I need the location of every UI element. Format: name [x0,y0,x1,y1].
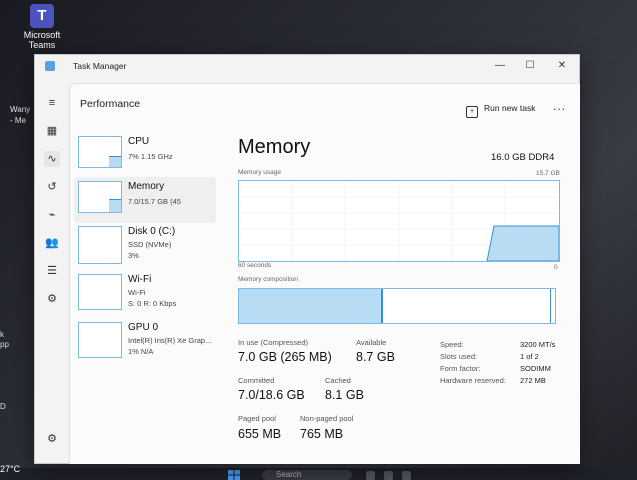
paged-pool-label: Paged pool [238,414,276,423]
side-navigation: ≡ ▦ ∿ ↺ ⌁ 👥 ☰ ⚙ ⚙ [35,83,69,463]
cached-value: 8.1 GB [325,388,364,402]
perf-item-name: CPU [128,136,150,147]
memory-title: Memory [238,136,311,158]
perf-item-detail: Intel(R) Iris(R) Xe Grap... [128,336,212,345]
memory-thumbnail-fill [109,199,121,212]
form-factor-label: Form factor: [440,364,481,373]
startup-apps-icon[interactable]: ⌁ [44,207,60,223]
close-button[interactable]: ✕ [549,57,575,75]
disk-thumbnail [78,226,122,264]
side-text-1: Wany [10,105,31,114]
memory-thumbnail [78,181,122,213]
maximize-button[interactable]: ☐ [517,57,543,75]
details-icon[interactable]: ☰ [44,263,60,279]
committed-value: 7.0/18.6 GB [238,388,305,402]
hardware-reserved-label: Hardware reserved: [440,376,506,385]
perf-item-detail: 7.0/15.7 GB (45 [128,197,181,206]
teams-label-2: Teams [28,40,56,50]
gpu-thumbnail [78,322,122,358]
performance-icon[interactable]: ∿ [44,151,60,167]
left-text-3: D [0,402,6,411]
desktop-side-text: Wany - Me [10,104,30,126]
memory-composition-label: Memory composition [238,276,298,283]
speed-value: 3200 MT/s [520,340,556,349]
time-span-label: 60 seconds [238,262,272,269]
desktop-left-text: k pp D [0,330,9,412]
perf-item-detail: 7% 1.15 GHz [128,152,173,161]
committed-label: Committed [238,376,275,385]
perf-item-detail-2: 1% N/A [128,347,154,356]
more-options-icon[interactable]: ... [553,99,566,113]
services-icon[interactable]: ⚙ [44,291,60,307]
speed-label: Speed: [440,340,464,349]
available-value: 8.7 GB [356,350,395,364]
processes-icon[interactable]: ▦ [44,123,60,139]
users-icon[interactable]: 👥 [44,235,60,251]
taskbar-app-icon[interactable] [384,471,393,480]
run-new-task-button[interactable]: + Run new task [466,103,536,118]
hamburger-menu-icon[interactable]: ≡ [44,95,60,111]
left-text-1: k [0,330,4,339]
slots-used-value: 1 of 2 [520,352,539,361]
composition-in-use [239,289,383,323]
title-bar[interactable]: Task Manager — ☐ ✕ [35,55,579,77]
teams-icon: T [30,4,54,28]
teams-label-1: Microsoft [23,30,61,40]
start-icon[interactable] [228,470,240,480]
performance-pane: Performance + Run new task ... CPU 7% 1.1… [69,83,580,464]
memory-capacity: 16.0 GB DDR4 [491,152,555,163]
perf-item-name: Disk 0 (C:) [128,226,176,237]
in-use-label: In use (Compressed) [238,338,309,347]
window-title: Task Manager [73,61,127,71]
run-new-task-label: Run new task [484,103,536,113]
left-text-2: pp [0,340,9,349]
taskbar-app-icon[interactable] [402,471,411,480]
app-history-icon[interactable]: ↺ [44,179,60,195]
perf-item-cpu[interactable]: CPU 7% 1.15 GHz [74,132,216,178]
perf-item-wifi[interactable]: Wi-Fi Wi-Fi S: 0 R: 0 Kbps [74,270,216,316]
minimize-button[interactable]: — [487,57,513,75]
perf-item-memory[interactable]: Memory 7.0/15.7 GB (45 [74,177,216,223]
memory-composition-bar [238,288,556,324]
memory-usage-graph [238,180,560,262]
run-task-icon: + [466,106,478,118]
in-use-value: 7.0 GB (265 MB) [238,350,332,364]
settings-icon[interactable]: ⚙ [44,431,60,447]
perf-item-name: Wi-Fi [128,274,152,285]
cpu-thumbnail-fill [109,156,121,167]
page-title: Performance [80,98,141,110]
perf-item-detail-2: 3% [128,251,139,260]
hardware-reserved-value: 272 MB [520,376,546,385]
side-text-2: - Me [10,116,26,125]
cached-label: Cached [325,376,351,385]
nonpaged-pool-label: Non-paged pool [300,414,354,423]
composition-standby [384,289,551,323]
taskbar-search[interactable]: Search [262,470,352,480]
task-manager-icon [45,61,55,71]
cpu-thumbnail [78,136,122,168]
teams-desktop-icon[interactable]: T Microsoft Teams [14,4,70,50]
slots-used-label: Slots used: [440,352,478,361]
nonpaged-pool-value: 765 MB [300,427,344,441]
perf-item-detail: SSD (NVMe) [128,240,172,249]
weather-temperature[interactable]: 27°C [0,464,20,474]
paged-pool-value: 655 MB [238,427,282,441]
taskbar-app-icon[interactable] [366,471,375,480]
wifi-thumbnail [78,274,122,310]
perf-item-gpu[interactable]: GPU 0 Intel(R) Iris(R) Xe Grap... 1% N/A [74,318,216,364]
task-manager-window: Task Manager — ☐ ✕ ≡ ▦ ∿ ↺ ⌁ 👥 ☰ ⚙ ⚙ Per… [34,54,580,464]
perf-item-detail: Wi-Fi [128,288,146,297]
perf-item-disk[interactable]: Disk 0 (C:) SSD (NVMe) 3% [74,222,216,268]
time-end-label: 0 [554,264,558,271]
memory-usage-area [486,225,559,261]
form-factor-value: SODIMM [520,364,551,373]
memory-usage-max: 15.7 GB [536,170,560,177]
perf-item-name: Memory [128,181,165,192]
memory-usage-label: Memory usage [238,169,281,176]
perf-item-name: GPU 0 [128,322,159,333]
perf-item-detail-2: S: 0 R: 0 Kbps [128,299,177,308]
available-label: Available [356,338,387,347]
